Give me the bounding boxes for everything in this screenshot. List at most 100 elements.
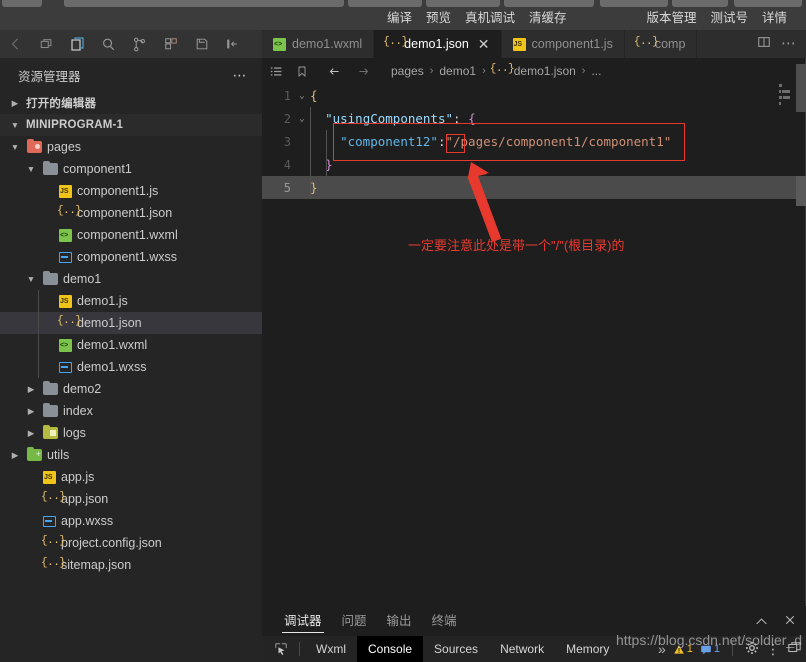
- chevron-down-icon[interactable]: ▼: [24, 164, 38, 174]
- tree-item-component1[interactable]: ▼ component1: [0, 158, 262, 180]
- tree-item-pages[interactable]: ▼ pages: [0, 136, 262, 158]
- tree-item-component1-wxss[interactable]: ▶component1.wxss: [0, 246, 262, 268]
- breadcrumb-item-demo1[interactable]: demo1: [439, 64, 476, 78]
- tree-item-demo1-json[interactable]: ▶demo1.json: [0, 312, 262, 334]
- split-editor-icon[interactable]: [757, 35, 771, 54]
- code-text: "component12":"/pages/component1/compone…: [310, 134, 671, 149]
- menu-item-details[interactable]: 详情: [755, 7, 794, 30]
- tree-item-demo1[interactable]: ▼ demo1: [0, 268, 262, 290]
- minimap[interactable]: [779, 84, 793, 120]
- tree-item-sitemap-json[interactable]: ▶sitemap.json: [0, 554, 262, 576]
- extensions-icon[interactable]: [155, 30, 186, 58]
- chevron-right-icon[interactable]: ▶: [24, 428, 38, 439]
- more-actions-icon[interactable]: ⋯: [781, 36, 797, 51]
- save-icon[interactable]: [186, 30, 217, 58]
- tree-item-demo1-js[interactable]: ▶demo1.js: [0, 290, 262, 312]
- devtools-tab-console[interactable]: Console: [357, 636, 424, 662]
- menu-item-test-account[interactable]: 测试号: [703, 7, 755, 30]
- panel-tab-terminal[interactable]: 终端: [422, 606, 467, 636]
- tree-item-project-config-json[interactable]: ▶project.config.json: [0, 532, 262, 554]
- code-line[interactable]: 1 ⌄{: [262, 84, 806, 107]
- fold-toggle-icon[interactable]: ⌄: [294, 114, 310, 124]
- chevron-right-icon[interactable]: ▶: [8, 450, 22, 461]
- code-line[interactable]: 2 ⌄ "usingComponents": {: [262, 107, 806, 130]
- menu-item-compile[interactable]: 编译: [380, 7, 419, 30]
- code-text: }: [310, 157, 333, 172]
- scrollbar-thumb-secondary[interactable]: [796, 176, 806, 206]
- window-restore-icon[interactable]: [31, 30, 62, 58]
- chrome-button[interactable]: [600, 0, 668, 7]
- code-line[interactable]: 5}: [262, 176, 806, 199]
- panel-tab-problems[interactable]: 问题: [332, 606, 377, 636]
- devtools-tab-wxml[interactable]: Wxml: [305, 636, 357, 662]
- tree-item-label: app.json: [61, 492, 109, 506]
- bookmark-icon[interactable]: [296, 65, 308, 78]
- tree-item-component1-json[interactable]: ▶component1.json: [0, 202, 262, 224]
- editor-tab-bar: demo1.wxml demo1.json ✕ component1.js co…: [0, 30, 806, 58]
- collapse-panel-icon[interactable]: [755, 614, 768, 629]
- toggle-sidebar-icon[interactable]: [217, 30, 248, 58]
- chrome-button[interactable]: [348, 0, 422, 7]
- code-line[interactable]: 3 "component12":"/pages/component1/compo…: [262, 130, 806, 153]
- outline-icon[interactable]: [270, 65, 283, 78]
- menu-item-version-control[interactable]: 版本管理: [639, 7, 703, 30]
- chrome-button[interactable]: [426, 0, 500, 7]
- indent-guide: [310, 107, 311, 199]
- devtools-tab-memory[interactable]: Memory: [555, 636, 620, 662]
- panel-tab-output[interactable]: 输出: [377, 606, 422, 636]
- close-panel-icon[interactable]: [784, 614, 796, 629]
- code-line[interactable]: 4 }: [262, 153, 806, 176]
- tree-item-app-json[interactable]: ▶app.json: [0, 488, 262, 510]
- tab-comp[interactable]: comp: [624, 30, 698, 58]
- chrome-button[interactable]: [734, 0, 802, 7]
- menu-item-preview[interactable]: 预览: [419, 7, 458, 30]
- devtools-tab-network[interactable]: Network: [489, 636, 555, 662]
- chevron-down-icon[interactable]: ▼: [8, 142, 22, 152]
- chevron-down-icon[interactable]: ▼: [24, 274, 38, 284]
- editor-scrollbar[interactable]: [796, 58, 806, 606]
- sidebar-section-project[interactable]: ▼ MINIPROGRAM-1: [0, 114, 262, 136]
- explorer-files-icon[interactable]: [62, 30, 93, 58]
- tab-demo1-json[interactable]: demo1.json ✕: [374, 30, 502, 58]
- tree-item-component1-js[interactable]: ▶component1.js: [0, 180, 262, 202]
- chevron-right-icon[interactable]: ▶: [24, 406, 38, 417]
- search-icon[interactable]: [93, 30, 124, 58]
- arrow-left-icon[interactable]: [327, 65, 342, 78]
- chrome-button[interactable]: [672, 0, 728, 7]
- breadcrumb-item-more[interactable]: ...: [591, 64, 601, 78]
- inspect-element-icon[interactable]: [268, 642, 294, 656]
- tree-item-demo2[interactable]: ▶ demo2: [0, 378, 262, 400]
- chrome-button[interactable]: [504, 0, 594, 7]
- arrow-right-icon[interactable]: [356, 65, 371, 78]
- sidebar-more-icon[interactable]: ⋯: [233, 67, 249, 84]
- close-icon[interactable]: ✕: [478, 36, 490, 53]
- chevron-right-icon[interactable]: ▶: [24, 384, 38, 395]
- code-editor[interactable]: 1 ⌄{2 ⌄ "usingComponents": {3 "component12…: [262, 84, 806, 606]
- tree-item-component1-wxml[interactable]: ▶component1.wxml: [0, 224, 262, 246]
- source-control-icon[interactable]: [124, 30, 155, 58]
- menu-item-device-debug[interactable]: 真机调试: [458, 7, 522, 30]
- breadcrumb-item-demo1-json[interactable]: demo1.json: [514, 64, 576, 78]
- scrollbar-thumb[interactable]: [796, 64, 806, 112]
- tree-item-logs[interactable]: ▶ logs: [0, 422, 262, 444]
- tree-item-demo1-wxss[interactable]: ▶demo1.wxss: [0, 356, 262, 378]
- tree-item-index[interactable]: ▶ index: [0, 400, 262, 422]
- breadcrumb-item-pages[interactable]: pages: [391, 64, 424, 78]
- tree-item-app-wxss[interactable]: ▶app.wxss: [0, 510, 262, 532]
- sidebar-section-open-editors[interactable]: ▶ 打开的编辑器: [0, 92, 262, 114]
- wxss-file-icon: [59, 362, 72, 373]
- chrome-button[interactable]: [64, 0, 344, 7]
- menu-item-clear-cache[interactable]: 清缓存: [522, 7, 574, 30]
- fold-toggle-icon[interactable]: ⌄: [294, 91, 310, 101]
- chrome-button[interactable]: [2, 0, 42, 7]
- tab-component1-js[interactable]: component1.js: [501, 30, 625, 58]
- tree-item-demo1-wxml[interactable]: ▶demo1.wxml: [0, 334, 262, 356]
- tree-item-app-js[interactable]: ▶app.js: [0, 466, 262, 488]
- sidebar-header: 资源管理器 ⋯: [0, 58, 262, 92]
- panel-tab-debugger[interactable]: 调试器: [274, 606, 332, 636]
- back-arrow-icon[interactable]: [0, 30, 31, 58]
- tab-demo1-wxml[interactable]: demo1.wxml: [262, 30, 375, 58]
- tab-label: demo1.json: [404, 37, 469, 51]
- tree-item-utils[interactable]: ▶ utils: [0, 444, 262, 466]
- devtools-tab-sources[interactable]: Sources: [423, 636, 489, 662]
